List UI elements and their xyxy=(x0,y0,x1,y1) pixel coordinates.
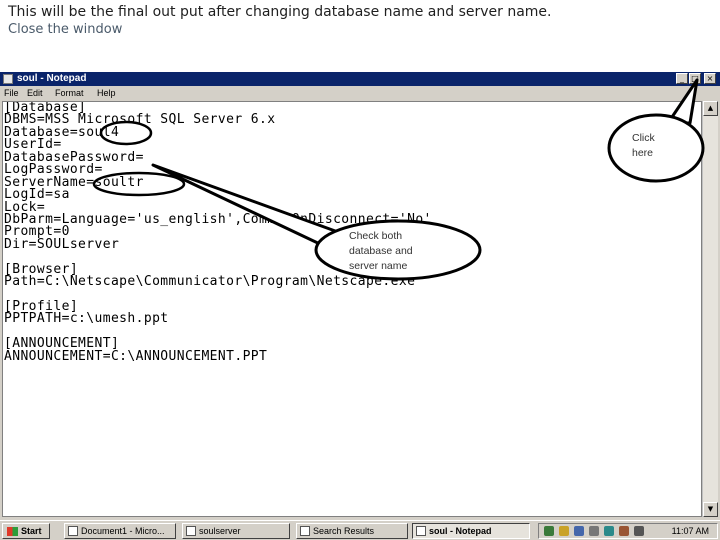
speaker-icon[interactable] xyxy=(589,526,599,536)
notepad-icon xyxy=(3,74,13,84)
taskbar-button-label: Search Results xyxy=(313,526,375,536)
editor-line: Database=soul4 xyxy=(4,124,120,140)
close-callout-line1: Click xyxy=(632,132,655,144)
taskbar: Start Document1 - Micro... soulserver Se… xyxy=(0,520,720,540)
menu-bar: File Edit Format Help xyxy=(0,86,720,100)
check-callout-line2: database and xyxy=(349,245,413,257)
check-callout-line1: Check both xyxy=(349,230,403,242)
notepad-icon xyxy=(416,526,426,536)
scroll-down-icon[interactable]: ▼ xyxy=(703,502,718,517)
pencil-icon[interactable] xyxy=(559,526,569,536)
slide-subtitle: Close the window xyxy=(8,22,123,37)
editor-line: ANNOUNCEMENT=C:\ANNOUNCEMENT.PPT xyxy=(4,348,268,364)
minimize-button[interactable]: _ xyxy=(676,73,688,84)
windows-logo-icon xyxy=(7,527,18,536)
connection-icon[interactable] xyxy=(634,526,644,536)
clock[interactable]: 11:07 AM xyxy=(672,524,709,538)
editor-line: PPTPATH=c:\umesh.ppt xyxy=(4,311,169,327)
window-title: soul - Notepad xyxy=(17,73,87,84)
display-icon[interactable] xyxy=(574,526,584,536)
network-icon[interactable] xyxy=(544,526,554,536)
menu-help[interactable]: Help xyxy=(97,86,116,100)
search-icon xyxy=(300,526,310,536)
editor-line: Path=C:\Netscape\Communicator\Program\Ne… xyxy=(4,274,416,290)
slide-title: This will be the final out put after cha… xyxy=(8,4,552,20)
text-editor[interactable]: [Database] DBMS=MSS Microsoft SQL Server… xyxy=(2,101,702,517)
taskbar-button-label: soul - Notepad xyxy=(429,526,492,536)
window-titlebar[interactable]: soul - Notepad _ □ × xyxy=(0,72,720,86)
taskbar-button-notepad[interactable]: soul - Notepad xyxy=(412,523,530,539)
menu-edit[interactable]: Edit xyxy=(27,86,43,100)
taskbar-button-search[interactable]: Search Results xyxy=(296,523,408,539)
editor-line: LogId=sa xyxy=(4,187,70,203)
menu-file[interactable]: File xyxy=(4,86,19,100)
folder-icon xyxy=(186,526,196,536)
start-button[interactable]: Start xyxy=(2,523,50,539)
antivirus-icon[interactable] xyxy=(604,526,614,536)
check-callout-line3: server name xyxy=(349,260,408,272)
menu-format[interactable]: Format xyxy=(55,86,84,100)
close-button[interactable]: × xyxy=(704,73,716,84)
taskbar-button-label: Document1 - Micro... xyxy=(81,526,165,536)
slide-header: This will be the final out put after cha… xyxy=(0,0,720,72)
notepad-window: soul - Notepad _ □ × File Edit Format He… xyxy=(0,72,720,520)
taskbar-button-document[interactable]: Document1 - Micro... xyxy=(64,523,176,539)
system-tray: 11:07 AM xyxy=(538,523,718,539)
taskbar-button-label: soulserver xyxy=(199,526,241,536)
vertical-scrollbar[interactable]: ▲ ▼ xyxy=(702,101,718,517)
task-icon[interactable] xyxy=(619,526,629,536)
close-callout-line2: here xyxy=(632,147,654,159)
word-icon xyxy=(68,526,78,536)
scroll-up-icon[interactable]: ▲ xyxy=(703,101,718,116)
maximize-button[interactable]: □ xyxy=(689,73,701,84)
start-label: Start xyxy=(21,526,42,536)
taskbar-button-soulserver[interactable]: soulserver xyxy=(182,523,290,539)
